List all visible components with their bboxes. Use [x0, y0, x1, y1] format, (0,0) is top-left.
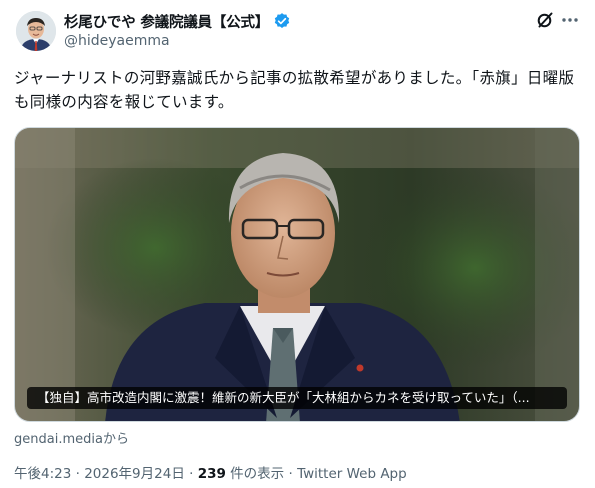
more-options-icon[interactable] [560, 10, 580, 30]
grok-icon[interactable] [535, 10, 555, 30]
article-photo [15, 128, 579, 421]
tweet-time[interactable]: 午後4:23 [14, 466, 71, 482]
meta-separator: · [184, 466, 198, 482]
tweet-text: ジャーナリストの河野嘉誠氏から記事の拡散希望がありました。「赤旗」日曜版も同様の… [14, 69, 575, 111]
author-display-name[interactable]: 杉尾ひでや 参議院議員【公式】 [64, 11, 269, 32]
views-label: 件の表示 [225, 466, 285, 482]
meta-separator: · [71, 466, 85, 482]
avatar[interactable] [16, 11, 56, 51]
link-card-title[interactable]: 【独自】高市改造内閣に激震！維新の新大臣が「大林組からカネを受け取っていた」（.… [27, 387, 567, 409]
views-count[interactable]: 239 [198, 466, 226, 482]
author-handle[interactable]: @hideyaemma [64, 33, 170, 49]
verified-badge-icon [273, 12, 291, 30]
meta-separator: · [284, 466, 298, 482]
tweet-meta: 午後4:23 · 2026年9月24日 · 239 件の表示 · Twitter… [14, 462, 407, 482]
tweet-date[interactable]: 2026年9月24日 [84, 466, 185, 482]
tweet-client: Twitter Web App [297, 466, 407, 482]
link-card-source[interactable]: gendai.mediaから [14, 428, 129, 447]
author-name-row: 杉尾ひでや 参議院議員【公式】 [64, 11, 291, 31]
profile-photo [16, 11, 56, 51]
link-card-media[interactable]: 【独自】高市改造内閣に激震！維新の新大臣が「大林組からカネを受け取っていた」（.… [14, 127, 580, 422]
